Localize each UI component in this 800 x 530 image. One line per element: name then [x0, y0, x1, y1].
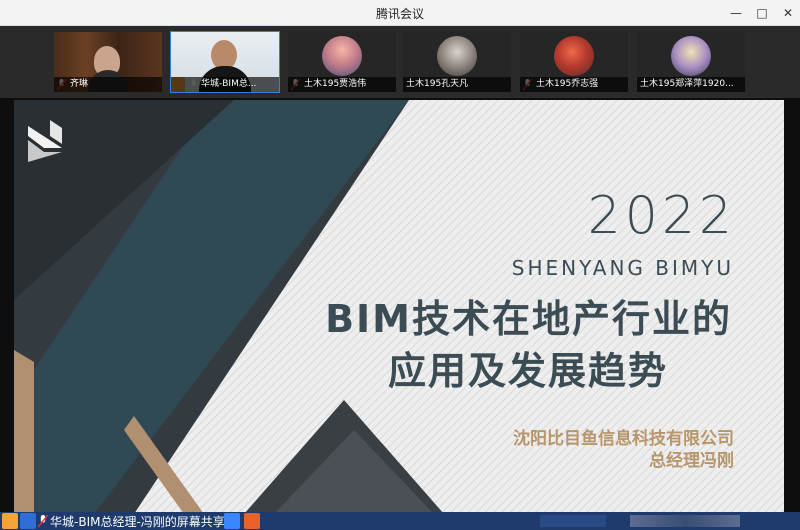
share-label: 华城-BIM总经理-冯刚的屏幕共享 — [50, 515, 225, 529]
participant-tile[interactable]: 土木195郑泽萍1920... — [637, 32, 745, 92]
participant-avatar — [322, 36, 362, 76]
participant-tile[interactable]: 土木195贾浩伟 — [288, 32, 396, 92]
mic-muted-icon[interactable] — [38, 515, 48, 527]
participant-name: 土木195贾浩伟 — [288, 77, 396, 92]
participant-tile[interactable]: 土木195乔志强 — [520, 32, 628, 92]
close-icon[interactable]: ✕ — [776, 0, 800, 26]
taskbar-window[interactable] — [540, 515, 606, 527]
window-title: 腾讯会议 — [375, 7, 424, 21]
meeting-window: 腾讯会议 — □ ✕ 齐琳 华城-BIM总... 土木195贾浩伟 土木195孔… — [0, 0, 800, 530]
slide-title-line2: 应用及发展趋势 — [387, 349, 668, 393]
slide-year: 2022 — [587, 186, 736, 246]
powerpoint-icon[interactable] — [244, 513, 260, 529]
participant-name: 土木195孔天凡 — [403, 77, 511, 92]
participant-name: 土木195乔志强 — [520, 77, 628, 92]
participant-strip: 齐琳 华城-BIM总... 土木195贾浩伟 土木195孔天凡 土木195乔志强 — [0, 26, 800, 98]
shared-screen: 2022 SHENYANG BIMYU BIM技术在地产行业的 应用及发展趋势 … — [0, 98, 800, 530]
participant-name: 土木195郑泽萍1920... — [637, 77, 745, 92]
participant-name: 齐琳 — [54, 77, 162, 92]
slide-title-line1: BIM技术在地产行业的 — [325, 297, 732, 341]
system-tray — [630, 515, 740, 527]
slide-presenter: 总经理冯刚 — [649, 451, 734, 471]
participant-avatar — [671, 36, 711, 76]
app-icon[interactable] — [224, 513, 240, 529]
participant-name: 华城-BIM总... — [171, 77, 279, 92]
participant-tile-active-speaker[interactable]: 华城-BIM总... — [170, 31, 280, 93]
share-status-icon — [20, 513, 36, 529]
participant-avatar — [437, 36, 477, 76]
host-icon — [2, 513, 18, 529]
slide-subtitle: SHENYANG BIMYU — [511, 256, 734, 280]
presentation-slide: 2022 SHENYANG BIMYU BIM技术在地产行业的 应用及发展趋势 … — [14, 100, 784, 514]
participant-tile[interactable]: 土木195孔天凡 — [403, 32, 511, 92]
minimize-icon[interactable]: — — [724, 0, 748, 26]
participant-avatar — [554, 36, 594, 76]
maximize-icon[interactable]: □ — [750, 0, 774, 26]
participant-tile[interactable]: 齐琳 — [54, 32, 162, 92]
screen-share-bar: 华城-BIM总经理-冯刚的屏幕共享 — [0, 512, 800, 530]
title-bar: 腾讯会议 — □ ✕ — [0, 0, 800, 26]
